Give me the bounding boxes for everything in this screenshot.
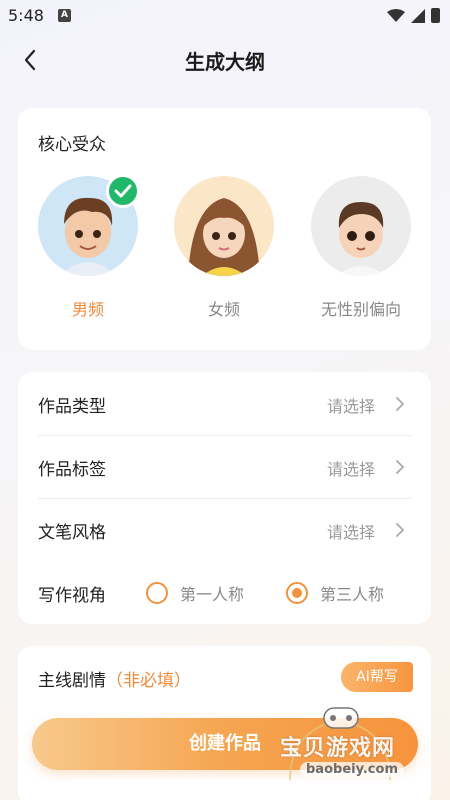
chevron-right-icon [396, 397, 405, 411]
audience-section-title: 核心受众 [38, 135, 106, 155]
work-type-label: 作品类型 [38, 397, 106, 417]
work-tags-row[interactable]: 作品标签 请选择 [38, 435, 411, 498]
app-notification-icon: A [58, 9, 71, 22]
wifi-icon [387, 8, 405, 22]
work-tags-value: 请选择 [326, 460, 375, 479]
ai-write-button[interactable]: AI帮写 [341, 662, 413, 692]
female-avatar [174, 176, 274, 276]
main-plot-title: 主线剧情（非必填） [38, 666, 191, 691]
writing-style-value: 请选择 [326, 523, 375, 542]
work-type-row[interactable]: 作品类型 请选择 [38, 372, 411, 435]
watermark-text: 宝贝游戏网 [280, 736, 396, 761]
work-settings-card: 作品类型 请选择 作品标签 请选择 文笔风格 请选择 写作视角 第一人称 第三人… [18, 372, 431, 624]
perspective-row: 写作视角 第一人称 第三人称 [38, 561, 411, 624]
male-avatar [38, 174, 140, 276]
radio-checked-icon [286, 582, 308, 604]
neutral-avatar [311, 176, 411, 276]
header: 生成大纲 [0, 40, 450, 80]
perspective-label: 写作视角 [38, 586, 106, 606]
girl-avatar-image [174, 176, 274, 276]
audience-option-female[interactable]: 女频 [174, 176, 274, 320]
radio-third-person[interactable]: 第三人称 [286, 578, 384, 608]
radio-circle-icon [146, 582, 168, 604]
signal-icon [411, 8, 425, 23]
audience-option-neutral[interactable]: 无性别偏向 [311, 176, 411, 320]
status-icons [387, 8, 440, 23]
radio-first-person[interactable]: 第一人称 [146, 578, 244, 608]
selected-check-badge [106, 174, 140, 208]
audience-option-male[interactable]: 男频 [38, 174, 140, 320]
work-type-value: 请选择 [326, 397, 375, 416]
radio-third-person-label: 第三人称 [320, 585, 385, 604]
audience-label-neutral: 无性别偏向 [320, 300, 401, 319]
audience-card: 核心受众 男频 女频 无性别偏向 [18, 108, 431, 350]
chevron-right-icon [396, 460, 405, 474]
audience-label-male: 男频 [71, 300, 104, 319]
optional-note: （非必填） [106, 671, 191, 691]
work-tags-label: 作品标签 [38, 460, 106, 480]
audience-label-female: 女频 [207, 300, 240, 319]
check-icon [114, 184, 132, 198]
watermark: 宝贝游戏网 baobeiy.com [280, 700, 430, 800]
main-plot-label: 主线剧情 [38, 671, 106, 691]
page-title: 生成大纲 [185, 50, 265, 74]
battery-icon [431, 8, 440, 23]
writing-style-row[interactable]: 文笔风格 请选择 [38, 498, 411, 561]
status-bar: 5:48 A [0, 0, 450, 32]
status-time: 5:48 [8, 6, 44, 25]
child-avatar-image [311, 176, 411, 276]
writing-style-label: 文笔风格 [38, 523, 106, 543]
chevron-right-icon [396, 523, 405, 537]
watermark-url: baobeiy.com [300, 762, 404, 777]
radio-first-person-label: 第一人称 [180, 585, 245, 604]
